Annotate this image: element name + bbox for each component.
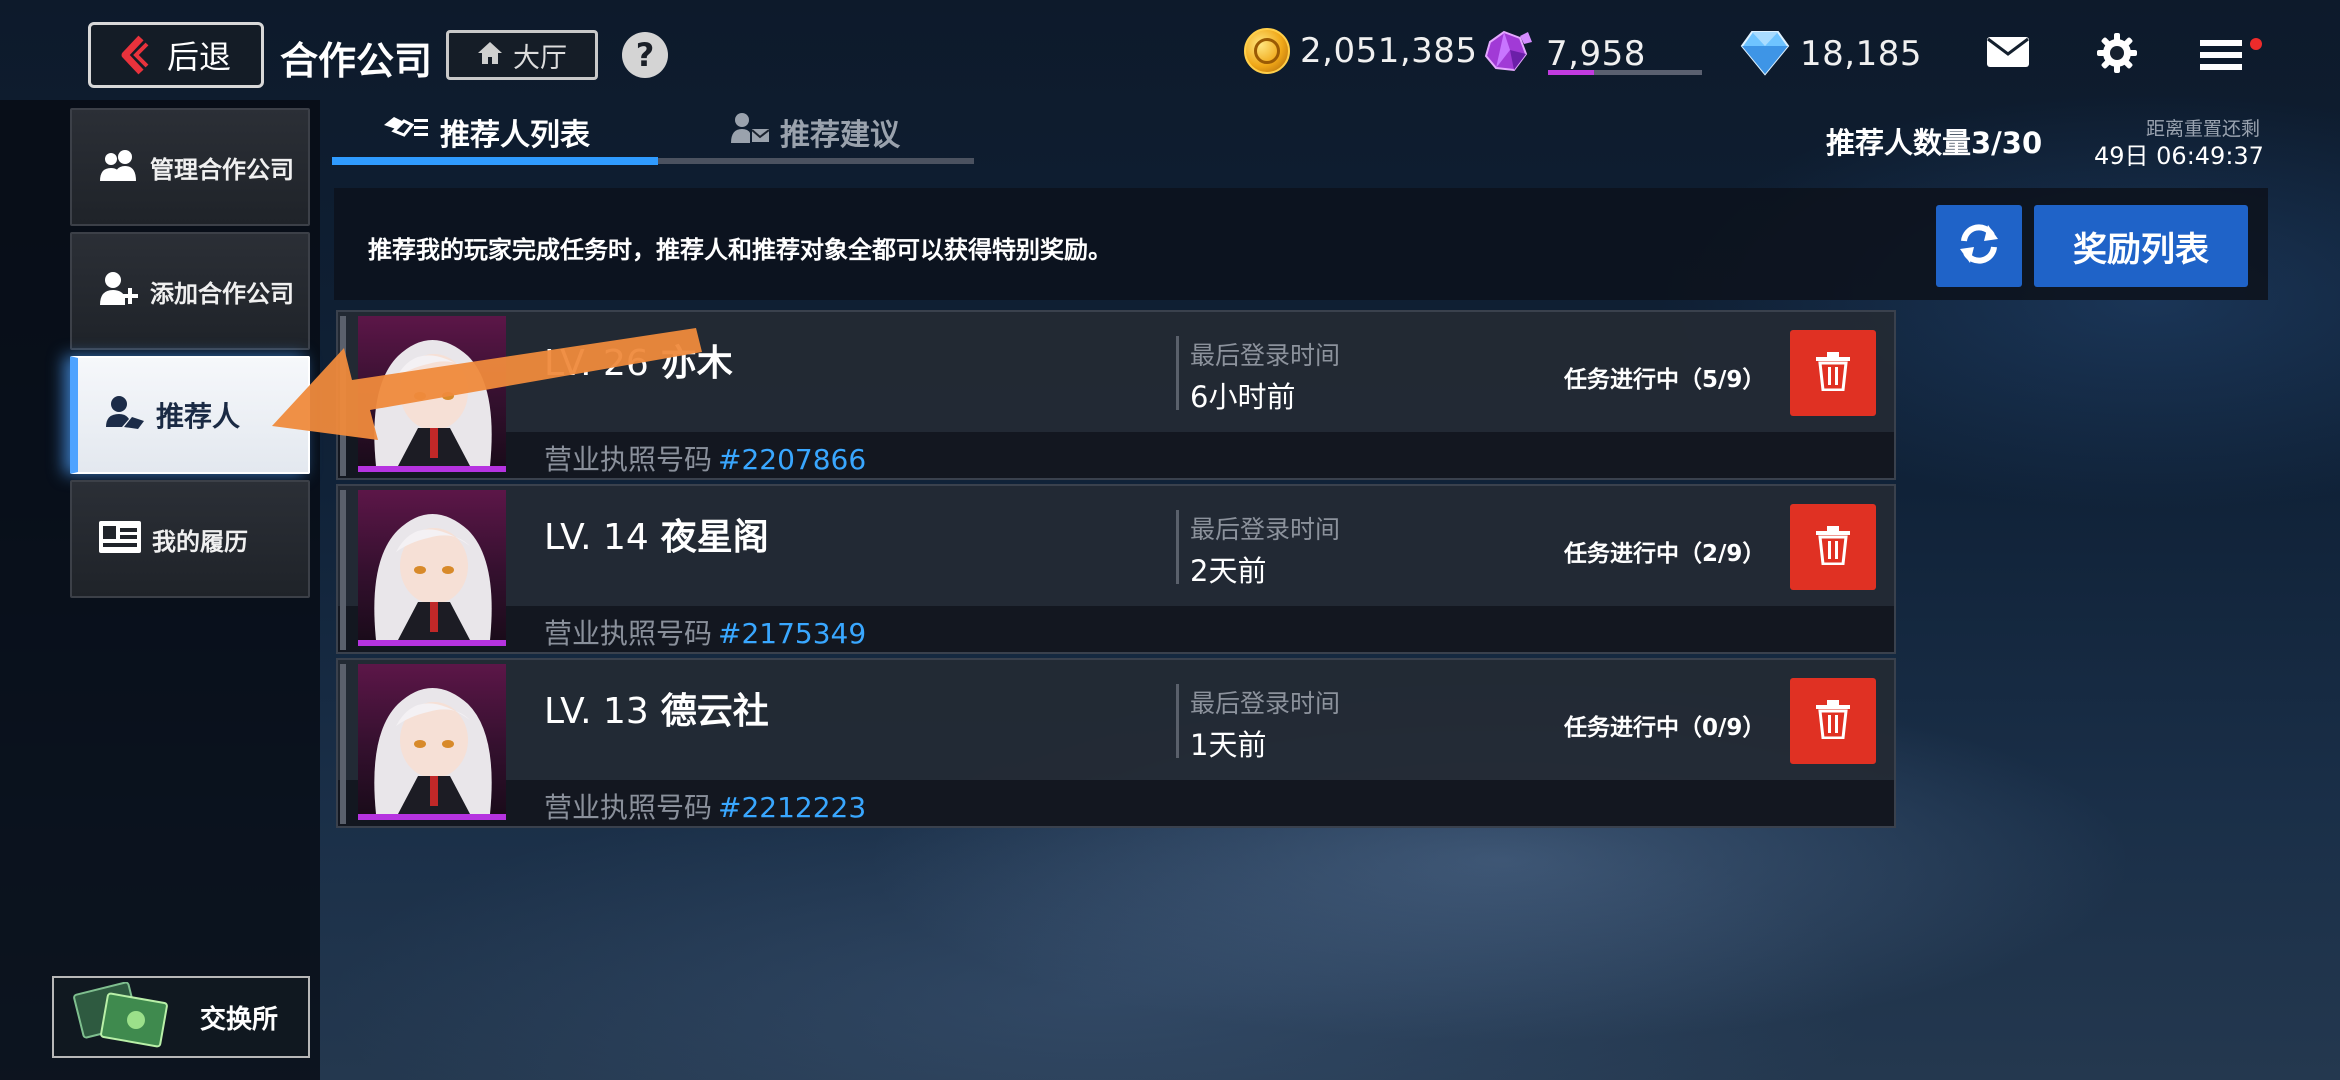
diamond-value: 18,185 (1800, 34, 1922, 74)
delete-button[interactable] (1790, 678, 1876, 764)
level-text: LV. 14 (544, 517, 649, 558)
license-label: 营业执照号码 (544, 791, 713, 824)
last-login-label: 最后登录时间 (1190, 341, 1341, 370)
mail-icon[interactable] (1986, 36, 2030, 68)
avatar[interactable] (358, 490, 506, 646)
sidebar-item-my-history[interactable]: 我的履历 (70, 480, 310, 598)
license-number: 营业执照号码 #2175349 (544, 612, 866, 652)
purple-value: 7,958 (1546, 34, 1646, 74)
tab-suggestions[interactable]: 推荐建议 (730, 110, 900, 154)
page-title: 合作公司 (280, 39, 433, 83)
gold-currency[interactable]: 2,051,385 (1244, 28, 1478, 74)
refresh-button[interactable] (1936, 205, 2022, 287)
add-user-icon (98, 271, 140, 311)
license-value: #2212223 (718, 791, 867, 824)
last-login-value: 6小时前 (1190, 380, 1296, 414)
delete-button[interactable] (1790, 504, 1876, 590)
profile-card-icon (98, 520, 142, 558)
tab-active-indicator (332, 157, 658, 165)
mission-status: 任务进行中（2/9） (1564, 541, 1766, 567)
banner-text: 推荐我的玩家完成任务时，推荐人和推荐对象全都可以获得特别奖励。 (368, 236, 1112, 264)
tab-label: 推荐人列表 (440, 118, 590, 153)
trash-icon (1815, 525, 1851, 569)
home-icon (477, 41, 503, 69)
menu-icon[interactable] (2200, 38, 2242, 72)
back-label: 后退 (167, 38, 232, 76)
license-label: 营业执照号码 (544, 617, 713, 650)
row-divider (1176, 684, 1179, 758)
license-value: #2175349 (718, 617, 867, 650)
referrer-count: 推荐人数量3/30 (1826, 126, 2043, 160)
mission-status: 任务进行中（0/9） (1564, 715, 1766, 741)
back-button[interactable]: 后退 (88, 22, 264, 88)
notification-dot (2250, 38, 2262, 50)
sidebar-item-label: 管理合作公司 (150, 155, 294, 184)
user-mail-icon (730, 112, 770, 152)
referrer-name: 夜星阁 (660, 517, 769, 558)
row-stripe (340, 490, 346, 650)
rewards-list-button[interactable]: 奖励列表 (2034, 205, 2248, 287)
annotation-arrow-icon (266, 322, 706, 466)
level-text: LV. 13 (544, 691, 649, 732)
referrer-level: LV. 13 德云社 (544, 682, 769, 734)
tab-label: 推荐建议 (780, 118, 900, 153)
handshake-list-icon (382, 113, 430, 151)
sidebar-item-label: 推荐人 (156, 400, 241, 433)
reset-timer: 49日 06:49:37 (2094, 142, 2264, 170)
referrer-name: 德云社 (660, 691, 769, 732)
license-number: 营业执照号码 #2212223 (544, 786, 866, 826)
trash-icon (1815, 351, 1851, 395)
last-login-value: 2天前 (1190, 554, 1267, 588)
handshake-icon (104, 395, 146, 435)
last-login-label: 最后登录时间 (1190, 689, 1341, 718)
refresh-icon (1956, 221, 2002, 271)
purple-progress-fill (1548, 70, 1595, 75)
back-chevron-icon (119, 35, 149, 75)
row-divider (1176, 510, 1179, 584)
referrer-row: LV. 13 德云社 营业执照号码 #2212223 最后登录时间 1天前 任务进行… (336, 658, 1896, 828)
tab-referrer-list[interactable]: 推荐人列表 (382, 110, 590, 154)
last-login-value: 1天前 (1190, 728, 1267, 762)
mission-status: 任务进行中（5/9） (1564, 367, 1766, 393)
last-login-label: 最后登录时间 (1190, 515, 1341, 544)
sidebar-item-label: 添加合作公司 (150, 279, 294, 308)
row-divider (1176, 336, 1179, 410)
hall-label: 大厅 (513, 42, 567, 74)
sidebar-item-manage-partners[interactable]: 管理合作公司 (70, 108, 310, 226)
users-icon (98, 148, 140, 186)
row-stripe (340, 664, 346, 824)
purple-crystal-icon (1480, 28, 1536, 80)
avatar[interactable] (358, 664, 506, 820)
blue-diamond-icon (1740, 28, 1790, 80)
purple-progress-bar (1548, 70, 1702, 75)
license-value: #2207866 (718, 443, 867, 476)
settings-icon[interactable] (2096, 32, 2138, 74)
referrer-row: LV. 14 夜星阁 营业执照号码 #2175349 最后登录时间 2天前 任务进行… (336, 484, 1896, 654)
exchange-button[interactable]: 交换所 (52, 976, 310, 1058)
delete-button[interactable] (1790, 330, 1876, 416)
exchange-label: 交换所 (200, 1004, 279, 1035)
hall-button[interactable]: 大厅 (446, 30, 598, 80)
gold-coin-icon (1244, 28, 1290, 74)
help-icon[interactable]: ? (622, 32, 668, 78)
diamond-currency[interactable]: 18,185 (1740, 28, 1922, 80)
referrer-level: LV. 14 夜星阁 (544, 508, 769, 560)
exchange-cards-icon (68, 981, 178, 1052)
sidebar-item-label: 我的履历 (152, 527, 248, 556)
trash-icon (1815, 699, 1851, 743)
gold-value: 2,051,385 (1300, 31, 1478, 71)
